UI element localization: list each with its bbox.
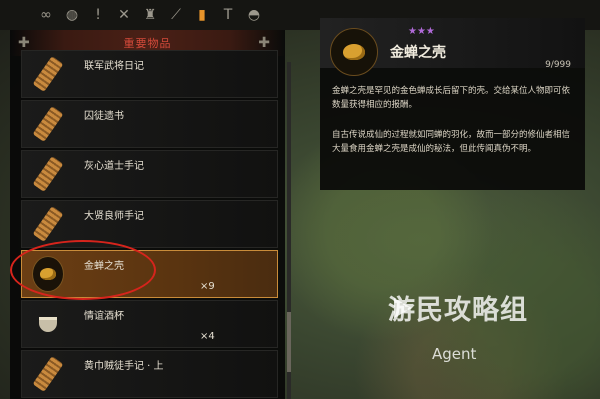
list-scrollbar[interactable] [287,62,291,399]
scroll-thumb[interactable] [287,312,291,372]
item-count: ×9 [200,281,215,292]
tab-torch-icon[interactable]: ▮ [192,5,212,25]
detail-title: 金蝉之壳 [390,45,446,61]
cicada-shell-icon [330,28,378,76]
list-item[interactable]: 黄巾贼徒手记 · 上 [21,350,278,398]
tab-shield-icon[interactable]: ◍ [62,5,82,25]
item-name: 囚徒遗书 [84,111,124,122]
list-item[interactable]: 灰心道士手记 [21,150,278,198]
tab-infinity-icon[interactable]: ∞ [36,5,56,25]
item-detail-panel: ★★★ 金蝉之壳 9/999 金蝉之壳是罕见的金色蝉成长后留下的壳。交给某位人物… [320,18,585,190]
detail-quantity: 9/999 [545,60,571,70]
scroll-icon [32,156,64,192]
tab-staff-icon[interactable]: ⟋ [166,5,186,25]
tab-pouch-icon[interactable]: ◓ [244,5,264,25]
rarity-stars: ★★★ [408,26,435,37]
list-header-title: 重要物品 [123,37,172,50]
scroll-icon [32,206,64,242]
plus-right-icon[interactable]: ✚ [258,35,271,51]
scroll-icon [32,106,64,142]
plus-left-icon[interactable]: ✚ [18,35,31,51]
scroll-icon [32,56,64,92]
item-name: 大贤良师手记 [84,211,144,222]
list-item[interactable]: 情谊酒杯 ×4 [21,300,278,348]
category-tabs: ∞ ◍ ! ✕ ♜ ⟋ ▮ T ◓ [36,5,264,25]
wine-cup-icon [32,307,64,341]
watermark-title: 游民攻略组 [388,295,528,326]
item-name: 灰心道士手记 [84,161,144,172]
tab-alert-icon[interactable]: ! [88,5,108,25]
tab-armor-icon[interactable]: ♜ [140,5,160,25]
list-item[interactable]: 联军武将日记 [21,50,278,98]
scroll-icon [32,356,64,392]
tab-hammer-icon[interactable]: T [218,5,238,25]
item-name: 联军武将日记 [84,61,144,72]
watermark-subtitle: Agent [432,345,477,363]
detail-description-2: 自古传说成仙的过程就如同蝉的羽化，故而一部分的修仙者相信大量食用金蝉之壳是成仙的… [332,130,571,154]
item-name: 黄巾贼徒手记 · 上 [84,361,164,372]
detail-description-1: 金蝉之壳是罕见的金色蝉成长后留下的壳。交给某位人物即可依数量获得相应的报酬。 [332,86,571,110]
list-item[interactable]: 囚徒遗书 [21,100,278,148]
tab-crossed-swords-icon[interactable]: ✕ [114,5,134,25]
item-count: ×4 [200,331,215,342]
highlight-ring [10,240,156,300]
item-name: 情谊酒杯 [84,311,124,322]
